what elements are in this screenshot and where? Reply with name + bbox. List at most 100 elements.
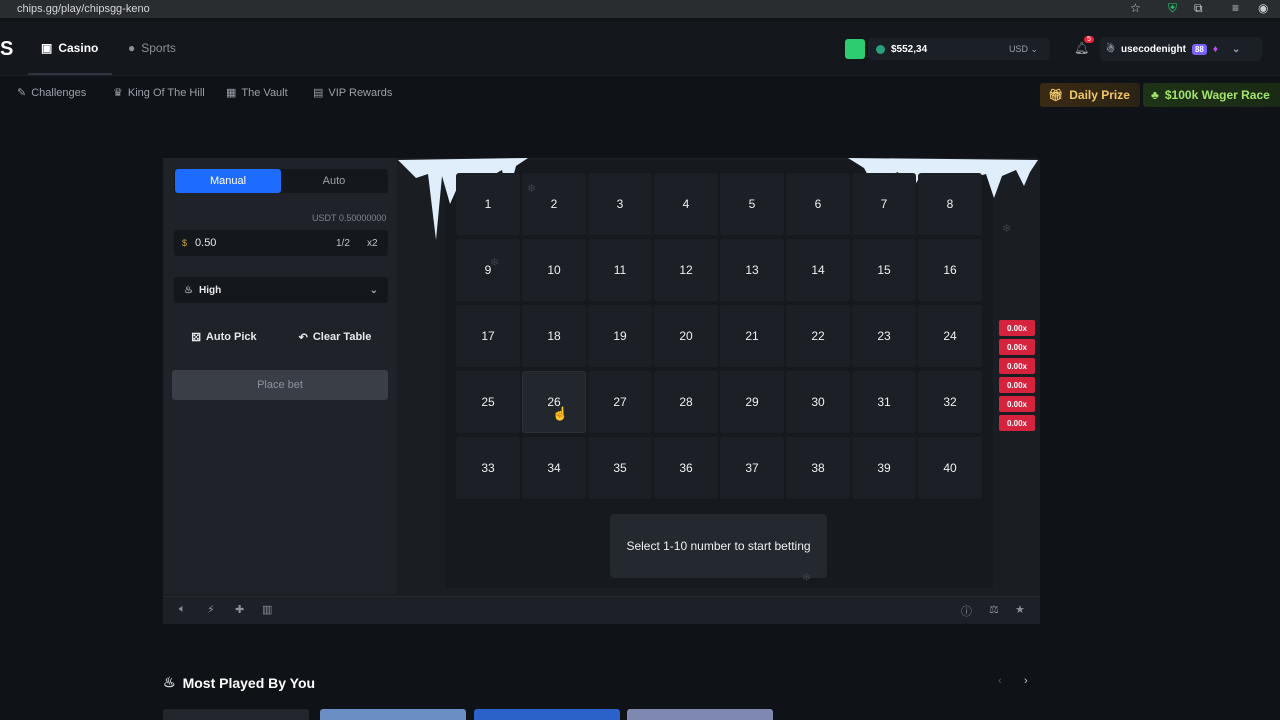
bell-icon[interactable]: 🔔︎ 5 <box>1074 36 1094 55</box>
rank-icon: ♦ <box>1212 43 1218 55</box>
payout-multiplier: 0.00x <box>999 320 1035 336</box>
notification-badge: 5 <box>1084 36 1094 43</box>
keno-tile[interactable]: 37 <box>720 437 784 499</box>
tab-sports-label: Sports <box>141 41 176 55</box>
game-thumbnail[interactable] <box>474 709 620 720</box>
keno-tile[interactable]: 12 <box>654 239 718 301</box>
keno-tile[interactable]: 1 <box>456 173 520 235</box>
keno-tile[interactable]: 11 <box>588 239 652 301</box>
keno-tile[interactable]: 3 <box>588 173 652 235</box>
place-bet-button[interactable]: Place bet <box>172 370 388 400</box>
payout-multiplier: 0.00x <box>999 415 1035 431</box>
keno-tile[interactable]: 30 <box>786 371 850 433</box>
tab-sports[interactable]: ● Sports <box>128 41 176 55</box>
vip-icon: ▤ <box>313 87 324 99</box>
chevron-right-icon[interactable]: › <box>1024 675 1028 687</box>
keno-tile[interactable]: 34 <box>522 437 586 499</box>
game-thumbnail[interactable] <box>627 709 773 720</box>
auto-pick-button[interactable]: ⚄ Auto Pick <box>186 325 262 349</box>
keno-tile[interactable]: 4 <box>654 173 718 235</box>
keno-tile[interactable]: 9 <box>456 239 520 301</box>
keno-tile[interactable]: 16 <box>918 239 982 301</box>
username: usecodenight <box>1120 43 1186 55</box>
risk-select[interactable]: ♨ High ⌄ <box>174 277 388 303</box>
sports-icon: ● <box>128 41 136 55</box>
nav-king-of-the-hill[interactable]: ♛ King Of The Hill <box>113 86 205 100</box>
media-icon[interactable]: ≡ <box>1232 1 1239 15</box>
keno-tile[interactable]: 32 <box>918 371 982 433</box>
keno-tile[interactable]: 35 <box>588 437 652 499</box>
keno-tile[interactable]: 17 <box>456 305 520 367</box>
dice-icon: ⚄ <box>191 331 201 344</box>
bookmark-star-icon[interactable]: ☆ <box>1130 1 1141 15</box>
keno-tile[interactable]: 14 <box>786 239 850 301</box>
keno-tile[interactable]: 23 <box>852 305 916 367</box>
keno-tile[interactable]: 25 <box>456 371 520 433</box>
keno-tile[interactable]: 8 <box>918 173 982 235</box>
game-thumbnail[interactable] <box>163 709 309 720</box>
keno-tile[interactable]: 29 <box>720 371 784 433</box>
wallet-button[interactable] <box>845 39 865 59</box>
keno-tile[interactable]: 40 <box>918 437 982 499</box>
clear-table-button[interactable]: ↶ Clear Table <box>292 325 378 349</box>
balance-display[interactable]: $552,34 USD ⌄ <box>868 38 1050 60</box>
nav-challenges[interactable]: ✎ Challenges <box>17 86 86 100</box>
pen-icon: ✎ <box>17 87 27 99</box>
keno-tile[interactable]: 15 <box>852 239 916 301</box>
bet-amount-input[interactable]: $ 0.50 1/2 x2 <box>174 230 388 256</box>
nav-vip-rewards[interactable]: ▤ VIP Rewards <box>313 86 392 100</box>
info-icon[interactable]: ⓘ <box>961 603 972 619</box>
currency-selector[interactable]: USD ⌄ <box>1009 44 1038 55</box>
snowflake-icon: ❄ <box>1002 223 1012 235</box>
keno-tile[interactable]: 39 <box>852 437 916 499</box>
keno-tile[interactable]: 27 <box>588 371 652 433</box>
daily-prize-banner[interactable]: 🎁︎ Daily Prize <box>1040 83 1140 107</box>
extensions-icon[interactable]: ⧉ <box>1194 1 1203 16</box>
payout-multiplier: 0.00x <box>999 358 1035 374</box>
keno-tile[interactable]: 36 <box>654 437 718 499</box>
lightning-icon[interactable]: ⚡︎ <box>207 603 215 616</box>
manual-mode-button[interactable]: Manual <box>175 169 281 193</box>
keno-tile[interactable]: 5 <box>720 173 784 235</box>
double-bet-button[interactable]: x2 <box>367 238 378 249</box>
start-betting-prompt: Select 1-10 number to start betting <box>610 514 827 578</box>
user-menu[interactable]: ☃ usecodenight 88 ♦ ⌄ <box>1100 37 1262 61</box>
fairness-icon[interactable]: ⚖ <box>989 603 999 616</box>
flame-icon: ♨ <box>184 284 193 296</box>
keno-tile[interactable]: 33 <box>456 437 520 499</box>
plus-icon[interactable]: ✚ <box>235 603 244 616</box>
chevron-down-icon: ⌄ <box>369 284 378 296</box>
profile-icon[interactable]: ◉ <box>1258 1 1268 15</box>
keno-tile[interactable]: 26 <box>522 371 586 433</box>
tab-casino[interactable]: ▣ Casino <box>41 41 98 55</box>
keno-tile[interactable]: 19 <box>588 305 652 367</box>
keno-tile[interactable]: 10 <box>522 239 586 301</box>
keno-tile[interactable]: 13 <box>720 239 784 301</box>
flame-icon: ♨ <box>163 674 176 690</box>
keno-tile[interactable]: 7 <box>852 173 916 235</box>
usdt-coin-icon <box>876 44 885 54</box>
mouse-cursor-icon: ☝ <box>552 406 569 421</box>
auto-mode-button[interactable]: Auto <box>281 169 387 193</box>
shield-extension-icon[interactable]: ⛨ <box>1168 1 1177 16</box>
nav-the-vault[interactable]: ▦ The Vault <box>226 86 288 100</box>
url-text[interactable]: chips.gg/play/chipsgg-keno <box>17 3 150 15</box>
wager-race-banner[interactable]: ♣ $100k Wager Race <box>1143 83 1280 107</box>
keno-tile[interactable]: 22 <box>786 305 850 367</box>
keno-tile[interactable]: 20 <box>654 305 718 367</box>
site-logo[interactable]: S <box>0 38 13 61</box>
keno-tile[interactable]: 24 <box>918 305 982 367</box>
gift-icon: 🎁︎ <box>1048 88 1064 102</box>
half-bet-button[interactable]: 1/2 <box>336 238 350 249</box>
stats-icon[interactable]: ▥ <box>262 603 272 616</box>
game-thumbnail[interactable] <box>320 709 466 720</box>
keno-tile[interactable]: 21 <box>720 305 784 367</box>
keno-tile[interactable]: 18 <box>522 305 586 367</box>
chevron-left-icon[interactable]: ‹ <box>998 675 1002 687</box>
favorite-star-icon[interactable]: ★ <box>1015 603 1025 616</box>
keno-tile[interactable]: 6 <box>786 173 850 235</box>
keno-tile[interactable]: 38 <box>786 437 850 499</box>
sound-icon[interactable]: 🔈︎ <box>179 603 186 616</box>
keno-tile[interactable]: 31 <box>852 371 916 433</box>
keno-tile[interactable]: 28 <box>654 371 718 433</box>
